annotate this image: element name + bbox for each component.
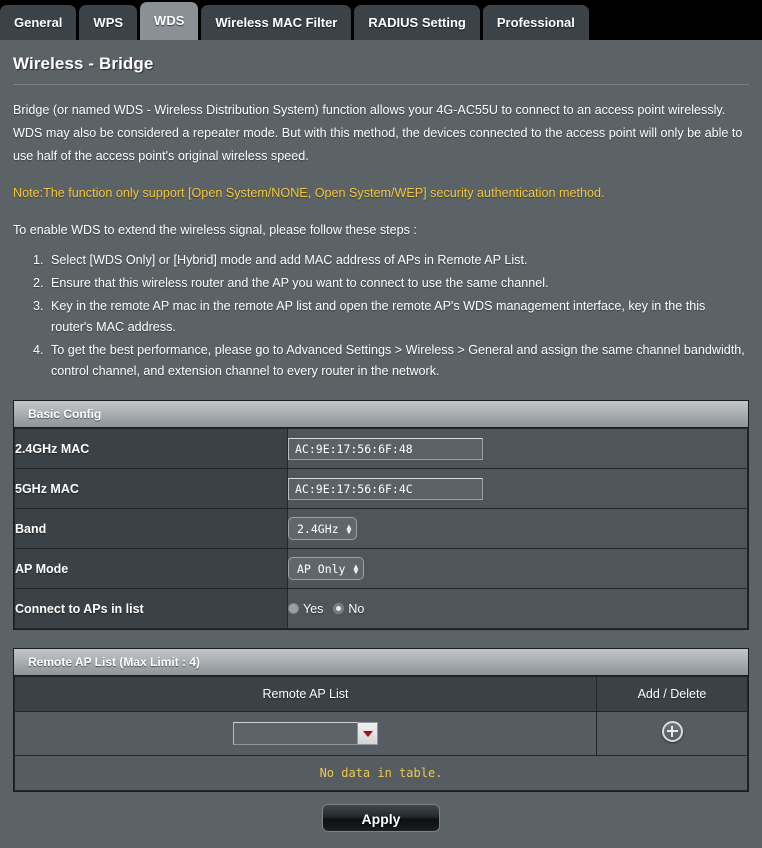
page-description: Bridge (or named WDS - Wireless Distribu… bbox=[13, 103, 743, 163]
radio-yes-label: Yes bbox=[303, 601, 324, 616]
cell-remote-ap-input bbox=[14, 711, 597, 756]
empty-table-message: No data in table. bbox=[14, 755, 748, 791]
tab-radius-setting[interactable]: RADIUS Setting bbox=[354, 5, 480, 40]
radio-no-label: No bbox=[348, 601, 365, 616]
apply-button[interactable]: Apply bbox=[322, 804, 440, 832]
tab-bar: General WPS WDS Wireless MAC Filter RADI… bbox=[0, 0, 762, 40]
label-5ghz-mac: 5GHz MAC bbox=[14, 468, 288, 509]
remote-ap-table: Remote AP List Add / Delete No data in t… bbox=[14, 676, 748, 791]
security-note: Note:The function only support [Open Sys… bbox=[13, 186, 605, 200]
table-row: Connect to APs in list Yes No bbox=[14, 588, 748, 629]
remote-ap-combo[interactable] bbox=[233, 722, 378, 745]
cell-add-button bbox=[596, 711, 748, 756]
step-item: Select [WDS Only] or [Hybrid] mode and a… bbox=[47, 250, 749, 271]
table-row: 5GHz MAC bbox=[14, 468, 748, 509]
add-remote-ap-button[interactable] bbox=[661, 720, 683, 742]
step-item: Key in the remote AP mac in the remote A… bbox=[47, 296, 749, 338]
triangle-down-icon bbox=[362, 730, 373, 737]
remote-ap-input[interactable] bbox=[233, 722, 358, 745]
tab-professional[interactable]: Professional bbox=[482, 5, 589, 40]
table-header-row: Remote AP List Add / Delete bbox=[14, 676, 748, 712]
connect-aps-radio-group: Yes No bbox=[288, 602, 747, 616]
cell-24ghz-mac bbox=[287, 428, 748, 469]
table-row bbox=[14, 711, 748, 756]
cell-band: 2.4GHz ▲ ▼ bbox=[287, 508, 748, 549]
apply-button-row: Apply bbox=[13, 792, 749, 848]
step-item: Ensure that this wireless router and the… bbox=[47, 273, 749, 294]
cell-connect-to-aps: Yes No bbox=[287, 588, 748, 629]
title-divider bbox=[13, 84, 749, 85]
table-row: AP Mode AP Only ▲ ▼ bbox=[14, 548, 748, 589]
tab-wps[interactable]: WPS bbox=[79, 5, 138, 40]
table-row: No data in table. bbox=[14, 755, 748, 791]
column-remote-ap-list: Remote AP List bbox=[14, 676, 597, 712]
page-title: Wireless - Bridge bbox=[13, 54, 154, 73]
updown-arrows-icon: ▲ ▼ bbox=[346, 521, 352, 536]
radio-unselected-icon bbox=[288, 603, 299, 614]
page-content: Wireless - Bridge Bridge (or named WDS -… bbox=[0, 40, 762, 848]
label-band: Band bbox=[14, 508, 288, 549]
tab-wds[interactable]: WDS bbox=[140, 2, 199, 40]
label-connect-to-aps: Connect to APs in list bbox=[14, 588, 288, 629]
steps-intro: To enable WDS to extend the wireless sig… bbox=[13, 223, 417, 237]
tab-general[interactable]: General bbox=[0, 5, 77, 40]
table-row: 2.4GHz MAC bbox=[14, 428, 748, 469]
remote-ap-list-header: Remote AP List (Max Limit : 4) bbox=[14, 649, 748, 676]
label-ap-mode: AP Mode bbox=[14, 548, 288, 589]
ap-mode-select-value: AP Only bbox=[297, 561, 346, 576]
steps-list: Select [WDS Only] or [Hybrid] mode and a… bbox=[13, 250, 749, 382]
mac-5ghz-input[interactable] bbox=[288, 477, 483, 500]
cell-5ghz-mac bbox=[287, 468, 748, 509]
radio-connect-aps-no[interactable]: No bbox=[333, 602, 364, 616]
column-add-delete: Add / Delete bbox=[596, 676, 748, 712]
remote-ap-list-panel: Remote AP List (Max Limit : 4) Remote AP… bbox=[13, 648, 749, 792]
remote-ap-dropdown-button[interactable] bbox=[358, 722, 378, 745]
table-row: Band 2.4GHz ▲ ▼ bbox=[14, 508, 748, 549]
radio-selected-icon bbox=[333, 603, 345, 614]
basic-config-panel: Basic Config 2.4GHz MAC 5GHz MAC Band bbox=[13, 400, 749, 630]
radio-connect-aps-yes[interactable]: Yes bbox=[288, 602, 323, 616]
label-24ghz-mac: 2.4GHz MAC bbox=[14, 428, 288, 469]
updown-arrows-icon: ▲ ▼ bbox=[353, 561, 359, 576]
ap-mode-select[interactable]: AP Only ▲ ▼ bbox=[288, 557, 365, 580]
step-item: To get the best performance, please go t… bbox=[47, 340, 749, 382]
tab-wireless-mac-filter[interactable]: Wireless MAC Filter bbox=[201, 5, 352, 40]
cell-ap-mode: AP Only ▲ ▼ bbox=[287, 548, 748, 589]
basic-config-header: Basic Config bbox=[14, 401, 748, 428]
band-select[interactable]: 2.4GHz ▲ ▼ bbox=[288, 517, 358, 540]
basic-config-table: 2.4GHz MAC 5GHz MAC Band 2.4GHz bbox=[14, 428, 748, 629]
band-select-value: 2.4GHz bbox=[297, 521, 339, 536]
mac-24ghz-input[interactable] bbox=[288, 437, 483, 460]
